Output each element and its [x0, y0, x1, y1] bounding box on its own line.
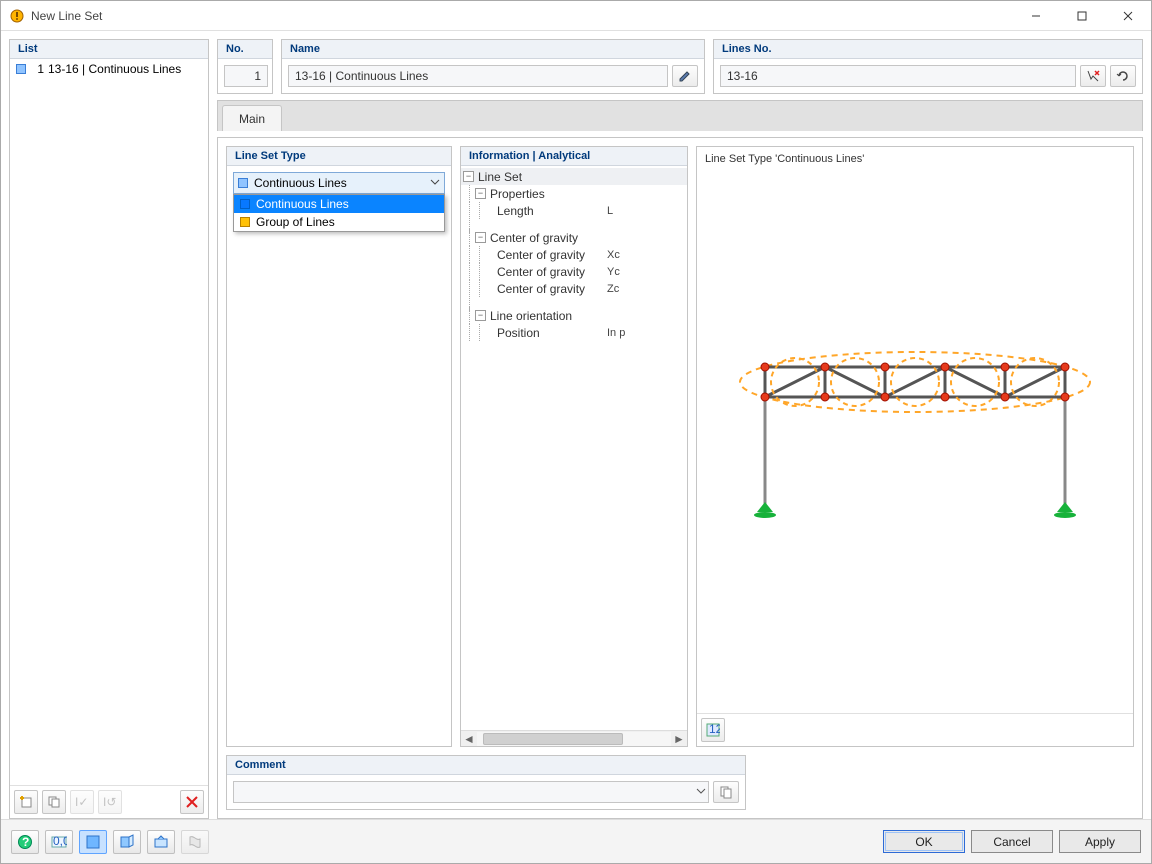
tree-node-cog[interactable]: −Center of gravity	[461, 229, 687, 246]
comment-panel: Comment	[226, 755, 746, 810]
line-set-type-selected: Continuous Lines	[254, 176, 347, 190]
tree-leaf-cogz: Center of gravityZc	[461, 280, 687, 297]
dropdown-item-group[interactable]: Group of Lines	[234, 213, 444, 231]
info-header: Information | Analytical	[461, 147, 687, 166]
dropdown-item-label: Group of Lines	[256, 215, 335, 229]
maximize-button[interactable]	[1059, 1, 1105, 31]
list-item-label: 13-16 | Continuous Lines	[48, 62, 181, 76]
scroll-right-icon[interactable]: ►	[671, 732, 687, 746]
line-set-icon	[16, 64, 26, 74]
tree-node-properties[interactable]: −Properties	[461, 185, 687, 202]
tab-content: Line Set Type Continuous Lines Continuou…	[217, 137, 1143, 819]
lines-input[interactable]	[720, 65, 1076, 87]
line-set-type-icon	[238, 178, 248, 188]
list-item[interactable]: 1 13-16 | Continuous Lines	[14, 61, 204, 77]
help-button[interactable]: ?	[11, 830, 39, 854]
view-3-button[interactable]	[147, 830, 175, 854]
list-items: 1 13-16 | Continuous Lines	[10, 59, 208, 785]
info-tree: −Line Set −Properties LengthL −Center of…	[461, 166, 687, 730]
window-title: New Line Set	[31, 9, 1013, 23]
fields-row: No. Name Lines No.	[217, 39, 1143, 94]
ok-button[interactable]: OK	[883, 830, 965, 853]
svg-text:I↺: I↺	[103, 795, 116, 809]
edit-name-button[interactable]	[672, 65, 698, 87]
info-hscrollbar[interactable]: ◄ ►	[461, 730, 687, 746]
list-toolbar: I✓ I↺	[10, 785, 208, 818]
line-set-type-combo[interactable]: Continuous Lines Continuous Lines	[233, 172, 445, 194]
name-label: Name	[282, 40, 704, 59]
svg-text:I✓: I✓	[75, 795, 88, 809]
preview-body	[697, 171, 1133, 713]
group-lines-icon	[240, 217, 250, 227]
dropdown-item-label: Continuous Lines	[256, 197, 349, 211]
view-2-button[interactable]	[113, 830, 141, 854]
close-button[interactable]	[1105, 1, 1151, 31]
comment-header: Comment	[227, 756, 745, 775]
tree-leaf-cogx: Center of gravityXc	[461, 246, 687, 263]
no-input[interactable]	[224, 65, 268, 87]
exclude-button[interactable]: I↺	[98, 790, 122, 814]
tree-node-orientation[interactable]: −Line orientation	[461, 307, 687, 324]
show-numbers-button[interactable]: 12	[701, 718, 725, 742]
copy-button[interactable]	[42, 790, 66, 814]
titlebar: New Line Set	[1, 1, 1151, 31]
line-set-type-panel: Line Set Type Continuous Lines Continuou…	[226, 146, 452, 747]
reverse-lines-button[interactable]	[1110, 65, 1136, 87]
include-button[interactable]: I✓	[70, 790, 94, 814]
tab-main[interactable]: Main	[222, 105, 282, 131]
svg-text:?: ?	[22, 835, 29, 849]
name-field: Name	[281, 39, 705, 94]
list-item-no: 1	[30, 62, 44, 76]
lines-field: Lines No.	[713, 39, 1143, 94]
preview-title: Line Set Type 'Continuous Lines'	[697, 147, 1133, 171]
tab-bar: Main	[217, 100, 1143, 131]
name-input[interactable]	[288, 65, 668, 87]
delete-button[interactable]	[180, 790, 204, 814]
chevron-down-icon	[430, 176, 440, 190]
line-set-type-header: Line Set Type	[227, 147, 451, 166]
tree-leaf-position: PositionIn p	[461, 324, 687, 341]
apply-button[interactable]: Apply	[1059, 830, 1141, 853]
cancel-button[interactable]: Cancel	[971, 830, 1053, 853]
dialog-window: New Line Set List 1 13-16 | Continuous L…	[0, 0, 1152, 864]
units-button[interactable]: 0,00	[45, 830, 73, 854]
preview-panel: Line Set Type 'Continuous Lines'	[696, 146, 1134, 747]
scroll-track[interactable]	[477, 732, 671, 746]
minimize-button[interactable]	[1013, 1, 1059, 31]
preview-toolbar: 12	[697, 713, 1133, 746]
continuous-lines-icon	[240, 199, 250, 209]
scroll-left-icon[interactable]: ◄	[461, 732, 477, 746]
list-header: List	[10, 40, 208, 59]
comment-library-button[interactable]	[713, 781, 739, 803]
view-1-button[interactable]	[79, 830, 107, 854]
no-label: No.	[218, 40, 272, 59]
script-button[interactable]	[181, 830, 209, 854]
footer: ? 0,00 OK Cancel Apply	[1, 819, 1151, 863]
line-set-type-dropdown: Continuous Lines Group of Lines	[233, 194, 445, 232]
comment-input[interactable]	[233, 781, 709, 803]
pick-lines-button[interactable]	[1080, 65, 1106, 87]
right-column: No. Name Lines No.	[217, 39, 1143, 819]
no-field: No.	[217, 39, 273, 94]
dropdown-item-continuous[interactable]: Continuous Lines	[234, 195, 444, 213]
list-panel: List 1 13-16 | Continuous Lines I✓ I↺	[9, 39, 209, 819]
tree-leaf-cogy: Center of gravityYc	[461, 263, 687, 280]
chevron-down-icon	[696, 785, 706, 799]
svg-text:0,00: 0,00	[53, 834, 67, 848]
app-icon	[9, 8, 25, 24]
tree-node-line-set[interactable]: −Line Set	[461, 168, 687, 185]
lines-label: Lines No.	[714, 40, 1142, 59]
truss-preview-svg	[735, 337, 1095, 547]
info-panel: Information | Analytical −Line Set −Prop…	[460, 146, 688, 747]
tree-leaf-length: LengthL	[461, 202, 687, 219]
svg-text:12: 12	[709, 723, 720, 736]
scroll-thumb[interactable]	[483, 733, 623, 745]
new-button[interactable]	[14, 790, 38, 814]
